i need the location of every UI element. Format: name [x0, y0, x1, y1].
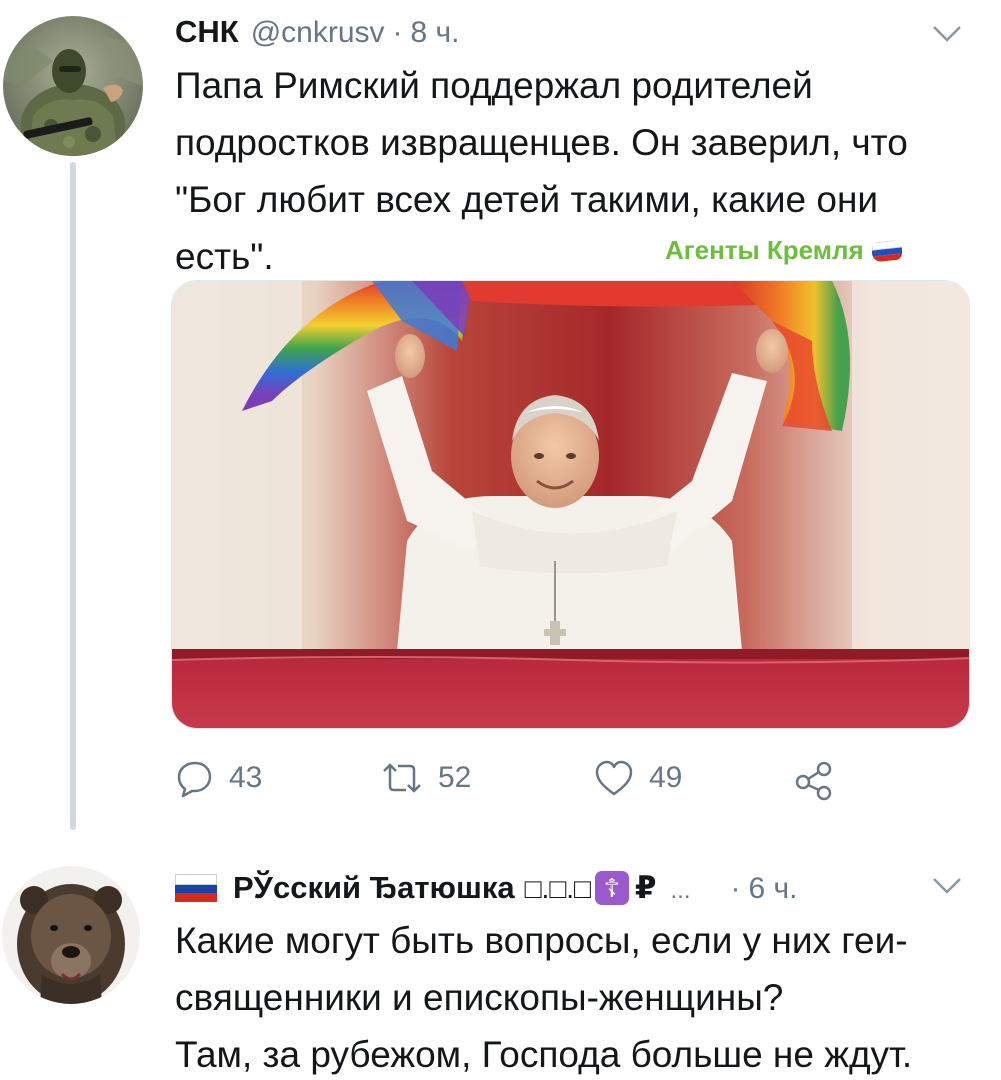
header-separator: · [392, 16, 403, 49]
tweet-text: Какие могут быть вопросы, если у них геи… [175, 912, 912, 1080]
reply-action[interactable]: 43 [175, 758, 262, 798]
chevron-down-icon[interactable] [932, 24, 962, 44]
author-name[interactable]: СНК [175, 14, 239, 50]
tweet-text-line: Там, за рубежом, Господа больше не ждут. [175, 1034, 913, 1075]
tweet-1[interactable]: СНК @cnkrusv · 8 ч. Папа Римский поддерж… [0, 0, 1001, 840]
tweet-timestamp[interactable]: 8 ч. [411, 16, 460, 50]
header-separator: · [730, 872, 741, 905]
retweet-count: 52 [438, 761, 472, 794]
tweet-actions: 43 52 49 [175, 758, 875, 808]
tweet-text-line: "Бог любит всех детей такими, какие они [175, 179, 879, 220]
share-icon[interactable] [792, 758, 836, 802]
reply-count: 43 [229, 761, 263, 794]
tweet-text-line: Какие могут быть вопросы, если у них геи… [175, 920, 908, 961]
watermark: Агенты Кремля [665, 235, 902, 266]
tweet-2[interactable]: РЎсский Ђатюшка □.□.□ ☦ ₽ ... · 6 ч. Как… [0, 840, 1001, 1080]
tweet-image[interactable] [171, 280, 970, 729]
chevron-down-icon[interactable] [932, 876, 962, 896]
tweet-text-line: подростков извращенцев. Он заверил, что [175, 122, 908, 163]
tweet-text-line: священники и епископы-женщины? [175, 977, 784, 1018]
like-icon[interactable] [593, 758, 635, 798]
author-avatar[interactable] [2, 866, 140, 1004]
tweet-header: СНК @cnkrusv · 8 ч. [175, 14, 460, 50]
orthodox-cross-icon: ☦ [594, 871, 629, 905]
author-handle[interactable]: @cnkrusv [251, 16, 385, 50]
russia-flag-icon [871, 238, 902, 263]
ruble-sign: ₽ [634, 870, 657, 905]
name-truncation: ... [670, 877, 691, 904]
russia-flag-icon [175, 874, 217, 903]
tweet-timestamp[interactable]: 6 ч. [749, 872, 798, 906]
author-name-glyphs: □.□.□ [524, 873, 591, 904]
like-action[interactable]: 49 [593, 758, 682, 798]
author-name[interactable]: РЎсский Ђатюшка [233, 870, 515, 906]
reply-icon[interactable] [175, 758, 215, 798]
like-count: 49 [649, 761, 683, 794]
watermark-text: Агенты Кремля [665, 235, 864, 265]
retweet-icon[interactable] [380, 758, 424, 798]
tweet-header: РЎсский Ђатюшка □.□.□ ☦ ₽ ... · 6 ч. [175, 870, 798, 906]
share-action[interactable] [792, 758, 836, 802]
author-avatar[interactable] [3, 16, 143, 156]
retweet-action[interactable]: 52 [380, 758, 471, 798]
tweet-text-line: Папа Римский поддержал родителей [175, 65, 813, 106]
thread-connector-line [70, 162, 76, 830]
